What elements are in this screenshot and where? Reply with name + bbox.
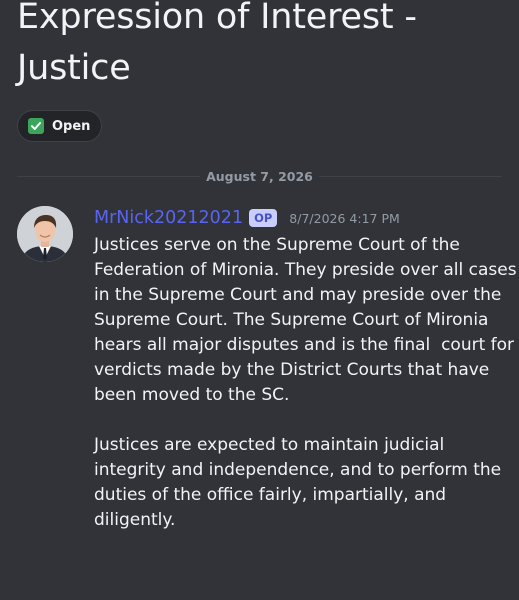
check-box-icon xyxy=(28,118,44,134)
message-paragraph: Justices serve on the Supreme Court of t… xyxy=(94,235,517,405)
divider-date: August 7, 2026 xyxy=(206,168,313,184)
message-header: MrNick20212021 OP 8/7/2026 4:17 PM xyxy=(94,206,400,230)
divider-line-left xyxy=(17,175,201,177)
status-tag-label: Open xyxy=(52,118,91,134)
op-badge: OP xyxy=(249,209,278,227)
date-divider: August 7, 2026 xyxy=(17,166,502,186)
divider-line-right xyxy=(318,175,502,177)
message-timestamp[interactable]: 8/7/2026 4:17 PM xyxy=(289,211,399,226)
message-paragraph: Justices are expected to maintain judici… xyxy=(94,435,507,530)
status-tag-open[interactable]: Open xyxy=(17,110,103,142)
message-content: Justices serve on the Supreme Court of t… xyxy=(94,233,519,533)
author-username[interactable]: MrNick20212021 xyxy=(94,208,243,228)
thread-title: Expression of Interest - Justice xyxy=(17,0,417,88)
avatar[interactable] xyxy=(17,206,73,262)
